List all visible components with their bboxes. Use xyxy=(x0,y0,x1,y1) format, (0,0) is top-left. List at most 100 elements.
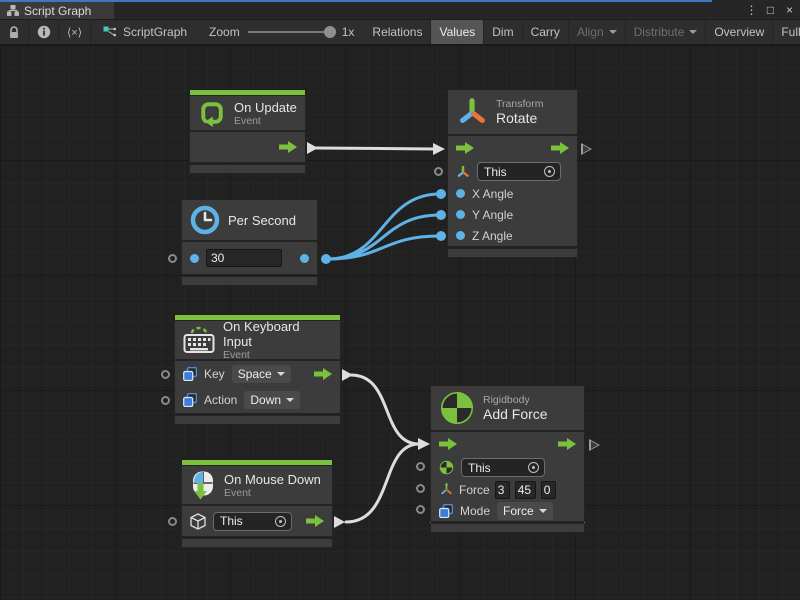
wire-arrowhead xyxy=(433,143,445,155)
node-title: Add Force xyxy=(483,407,548,422)
exec-output-port[interactable] xyxy=(307,142,318,154)
exec-output-port[interactable] xyxy=(342,369,353,381)
node-on-keyboard-input[interactable]: On Keyboard Input Event Key Space xyxy=(175,315,340,424)
object-picker-icon[interactable] xyxy=(528,462,539,473)
value-input-port-target[interactable] xyxy=(416,462,425,471)
key-dropdown[interactable]: Space xyxy=(232,365,291,383)
value-input-port-target[interactable] xyxy=(434,167,443,176)
mode-dropdown[interactable]: Force xyxy=(497,502,553,520)
node-on-update[interactable]: On Update Event xyxy=(190,90,305,173)
script-graph-window: Script Graph ⋮ □ × ⟨×⟩ ScriptGraph xyxy=(0,0,800,600)
node-add-force[interactable]: Rigidbody Add Force This xyxy=(430,385,585,533)
rigidbody-icon xyxy=(439,390,475,426)
exec-arrow-icon xyxy=(551,142,569,154)
on-update-icon xyxy=(198,99,226,127)
wire-endpoint xyxy=(436,189,446,199)
window-maximize-icon[interactable]: □ xyxy=(762,3,779,17)
transform-icon xyxy=(456,96,488,128)
node-title: Rotate xyxy=(496,111,543,126)
wire-per-second-to-y-angle xyxy=(328,215,440,259)
graph-hierarchy-icon xyxy=(7,5,19,16)
overview-button[interactable]: Overview xyxy=(706,20,773,44)
mode-label: Mode xyxy=(460,504,490,518)
node-per-second[interactable]: Per Second xyxy=(182,200,317,285)
rigidbody-mini-icon xyxy=(439,460,454,475)
align-label: Align xyxy=(577,25,604,39)
per-second-value-input[interactable] xyxy=(206,249,282,267)
zoom-slider[interactable] xyxy=(248,31,334,33)
wire-endpoint xyxy=(436,210,446,220)
align-dropdown[interactable]: Align xyxy=(569,20,626,44)
exec-arrow-icon xyxy=(439,438,457,450)
target-value: This xyxy=(220,514,243,528)
wire-mouse-to-add-force xyxy=(346,444,419,522)
distribute-label: Distribute xyxy=(634,25,685,39)
force-x-input[interactable] xyxy=(495,481,510,499)
value-input-port-mode[interactable] xyxy=(416,505,425,514)
chevron-down-icon xyxy=(277,372,285,376)
lock-icon xyxy=(8,26,20,39)
keyboard-icon xyxy=(183,325,215,355)
enum-type-icon xyxy=(183,393,197,407)
wire-endpoint xyxy=(436,231,446,241)
transform-mini-icon xyxy=(456,165,470,179)
value-input-port-key[interactable] xyxy=(161,370,170,379)
target-object-field[interactable]: This xyxy=(461,458,545,477)
force-y-input[interactable] xyxy=(515,481,536,499)
lock-button[interactable] xyxy=(0,20,29,44)
target-object-field[interactable]: This xyxy=(477,162,561,181)
fullscreen-button[interactable]: Full Screen xyxy=(773,20,800,44)
tab-bar: Script Graph ⋮ □ × xyxy=(0,0,800,19)
value-output-icon xyxy=(300,254,309,263)
float-type-icon xyxy=(456,189,465,198)
node-on-mouse-down[interactable]: On Mouse Down Event This xyxy=(182,460,332,547)
zoom-slider-knob[interactable] xyxy=(324,26,336,38)
dim-toggle[interactable]: Dim xyxy=(484,20,522,44)
exec-arrow-icon xyxy=(279,141,297,153)
value-input-port-force[interactable] xyxy=(416,484,425,493)
code-view-button[interactable]: ⟨×⟩ xyxy=(59,20,91,44)
window-menu-icon[interactable]: ⋮ xyxy=(743,3,760,17)
action-label: Action xyxy=(204,393,237,407)
exec-output-port[interactable] xyxy=(334,516,345,528)
exec-arrow-icon xyxy=(558,438,576,450)
exec-output-port[interactable] xyxy=(589,439,600,451)
graph-canvas[interactable]: On Update Event Transf xyxy=(0,45,800,600)
mouse-icon xyxy=(190,470,216,500)
node-subtitle: Event xyxy=(223,349,332,361)
force-z-input[interactable] xyxy=(541,481,556,499)
script-graph-node-icon xyxy=(103,26,117,38)
node-rotate[interactable]: Transform Rotate This xyxy=(448,90,577,257)
action-value: Down xyxy=(250,393,281,407)
object-picker-icon[interactable] xyxy=(275,516,286,527)
graph-name-label: ScriptGraph xyxy=(123,25,187,39)
wire-endpoint xyxy=(321,254,331,264)
target-object-field[interactable]: This xyxy=(213,512,292,531)
inspect-button[interactable] xyxy=(29,20,59,44)
value-input-port-target[interactable] xyxy=(168,517,177,526)
wire-keyboard-to-add-force xyxy=(351,375,419,444)
object-picker-icon[interactable] xyxy=(544,166,555,177)
value-input-port[interactable] xyxy=(168,254,177,263)
graph-toolbar: ⟨×⟩ ScriptGraph Zoom 1x Relations Values… xyxy=(0,19,800,45)
target-value: This xyxy=(468,461,491,475)
node-subtitle: Event xyxy=(224,487,321,499)
relations-toggle[interactable]: Relations xyxy=(364,20,431,44)
carry-toggle[interactable]: Carry xyxy=(523,20,569,44)
chevron-down-icon xyxy=(286,398,294,402)
window-close-icon[interactable]: × xyxy=(781,3,798,17)
wire-arrowhead xyxy=(418,438,430,450)
exec-output-port[interactable] xyxy=(581,143,592,155)
action-dropdown[interactable]: Down xyxy=(244,391,300,409)
distribute-dropdown[interactable]: Distribute xyxy=(626,20,707,44)
port-label-x-angle: X Angle xyxy=(472,187,513,201)
value-input-port-action[interactable] xyxy=(161,396,170,405)
node-subtitle: Event xyxy=(234,115,297,127)
mode-value: Force xyxy=(503,504,534,518)
tab-script-graph[interactable]: Script Graph xyxy=(0,2,114,19)
force-label: Force xyxy=(459,483,490,497)
info-icon xyxy=(37,25,51,39)
graph-breadcrumb[interactable]: ScriptGraph xyxy=(91,20,199,44)
node-title: On Mouse Down xyxy=(224,472,321,487)
values-toggle[interactable]: Values xyxy=(431,20,484,44)
